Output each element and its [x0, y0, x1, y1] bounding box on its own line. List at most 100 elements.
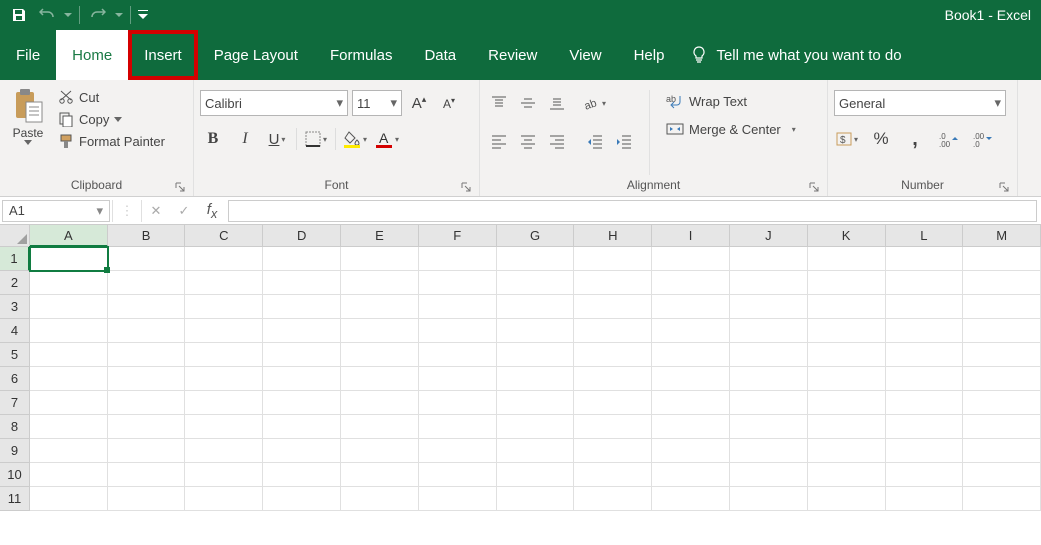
cell[interactable]: [808, 319, 886, 343]
row-header[interactable]: 8: [0, 415, 30, 439]
decrease-indent-button[interactable]: [582, 128, 608, 154]
align-bottom-button[interactable]: [544, 90, 570, 116]
cell[interactable]: [497, 463, 575, 487]
cell[interactable]: [963, 367, 1041, 391]
cell[interactable]: [30, 367, 108, 391]
undo-dropdown[interactable]: [62, 2, 74, 28]
cell[interactable]: [263, 487, 341, 511]
cell[interactable]: [341, 367, 419, 391]
cell[interactable]: [574, 343, 652, 367]
cell[interactable]: [730, 343, 808, 367]
cell[interactable]: [730, 271, 808, 295]
column-header[interactable]: K: [808, 225, 886, 247]
tab-help[interactable]: Help: [618, 30, 681, 80]
cell[interactable]: [652, 415, 730, 439]
select-all-corner[interactable]: [0, 225, 30, 247]
cell[interactable]: [963, 343, 1041, 367]
cell[interactable]: [185, 391, 263, 415]
cell[interactable]: [886, 271, 964, 295]
cell[interactable]: [652, 439, 730, 463]
cell[interactable]: [730, 367, 808, 391]
merge-center-button[interactable]: Merge & Center ▾: [662, 120, 800, 138]
cell[interactable]: [497, 271, 575, 295]
cell[interactable]: [341, 247, 419, 271]
cell[interactable]: [108, 415, 186, 439]
tab-home[interactable]: Home: [56, 30, 128, 80]
align-middle-button[interactable]: [515, 90, 541, 116]
cell[interactable]: [185, 319, 263, 343]
cell[interactable]: [341, 439, 419, 463]
cell[interactable]: [730, 439, 808, 463]
font-name-combo[interactable]: Calibri ▾: [200, 90, 348, 116]
cell[interactable]: [419, 271, 497, 295]
cell[interactable]: [574, 391, 652, 415]
cell[interactable]: [963, 295, 1041, 319]
increase-indent-button[interactable]: [611, 128, 637, 154]
column-header[interactable]: F: [419, 225, 497, 247]
borders-button[interactable]: ▾: [303, 126, 329, 152]
cell[interactable]: [574, 247, 652, 271]
cell[interactable]: [263, 295, 341, 319]
cell[interactable]: [419, 343, 497, 367]
row-header[interactable]: 10: [0, 463, 30, 487]
cell[interactable]: [185, 343, 263, 367]
insert-function-button[interactable]: fx: [198, 200, 226, 222]
column-header[interactable]: D: [263, 225, 341, 247]
cell[interactable]: [341, 391, 419, 415]
underline-button[interactable]: U▾: [264, 126, 290, 152]
cell[interactable]: [963, 391, 1041, 415]
cell[interactable]: [963, 463, 1041, 487]
cell[interactable]: [808, 415, 886, 439]
cell[interactable]: [497, 391, 575, 415]
cell[interactable]: [30, 271, 108, 295]
tab-data[interactable]: Data: [408, 30, 472, 80]
column-header[interactable]: L: [886, 225, 964, 247]
cell[interactable]: [263, 247, 341, 271]
cell[interactable]: [341, 487, 419, 511]
align-right-button[interactable]: [544, 128, 570, 154]
name-box[interactable]: A1 ▾: [2, 200, 110, 222]
cell[interactable]: [886, 391, 964, 415]
cell[interactable]: [108, 271, 186, 295]
cell[interactable]: [30, 295, 108, 319]
cell[interactable]: [263, 319, 341, 343]
cell[interactable]: [886, 463, 964, 487]
cell[interactable]: [419, 487, 497, 511]
cell[interactable]: [263, 271, 341, 295]
cell[interactable]: [808, 271, 886, 295]
cell[interactable]: [30, 319, 108, 343]
cell[interactable]: [108, 439, 186, 463]
save-button[interactable]: [6, 2, 32, 28]
redo-button[interactable]: [85, 2, 111, 28]
tab-page-layout[interactable]: Page Layout: [198, 30, 314, 80]
cell[interactable]: [574, 439, 652, 463]
cell[interactable]: [263, 391, 341, 415]
cell[interactable]: [963, 439, 1041, 463]
formula-input[interactable]: [228, 200, 1037, 222]
cell[interactable]: [886, 415, 964, 439]
cell[interactable]: [108, 391, 186, 415]
column-header[interactable]: E: [341, 225, 419, 247]
cell[interactable]: [730, 487, 808, 511]
cell[interactable]: [263, 367, 341, 391]
number-dialog-launcher[interactable]: [997, 180, 1011, 194]
column-header[interactable]: B: [108, 225, 186, 247]
font-color-button[interactable]: A▾: [374, 126, 400, 152]
column-header[interactable]: A: [30, 225, 108, 247]
qat-customize[interactable]: [136, 2, 150, 28]
cell[interactable]: [730, 463, 808, 487]
enter-formula-button[interactable]: ✓: [170, 200, 198, 222]
cell[interactable]: [263, 439, 341, 463]
undo-button[interactable]: [34, 2, 60, 28]
cell[interactable]: [574, 295, 652, 319]
cell[interactable]: [419, 295, 497, 319]
cell[interactable]: [419, 391, 497, 415]
tab-insert[interactable]: Insert: [128, 30, 198, 80]
column-header[interactable]: G: [497, 225, 575, 247]
format-painter-button[interactable]: Format Painter: [54, 132, 169, 150]
column-header[interactable]: M: [963, 225, 1041, 247]
row-header[interactable]: 5: [0, 343, 30, 367]
increase-font-button[interactable]: A▴: [406, 90, 432, 116]
cell[interactable]: [886, 319, 964, 343]
cell[interactable]: [652, 391, 730, 415]
